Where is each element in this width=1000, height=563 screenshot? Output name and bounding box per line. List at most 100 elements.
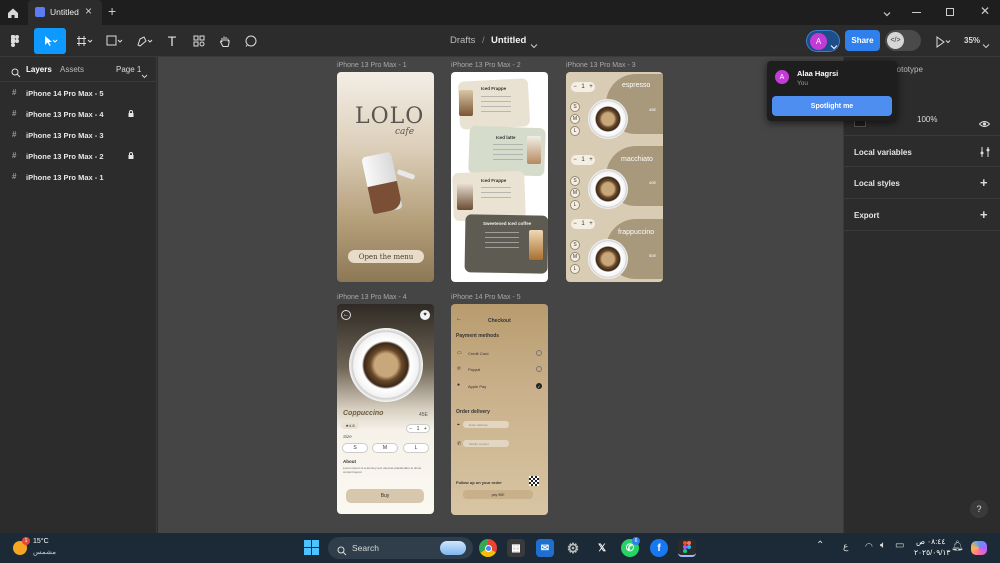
frame-label[interactable]: iPhone 13 Pro Max - 4 <box>337 294 407 301</box>
back-arrow-icon[interactable]: ← <box>456 316 462 322</box>
breadcrumb-drafts[interactable]: Drafts <box>450 35 475 46</box>
size-m-button[interactable]: M <box>570 114 580 124</box>
resources-icon[interactable] <box>190 28 208 54</box>
size-s-button[interactable]: S <box>570 102 580 112</box>
maximize-icon[interactable] <box>946 8 954 16</box>
frame-label[interactable]: iPhone 13 Pro Max - 3 <box>566 62 636 69</box>
frame-checkout[interactable]: ← Checkout Payment methods ▭ Credit Card… <box>451 304 548 515</box>
share-button[interactable]: Share <box>845 30 880 51</box>
tab-assets[interactable]: Assets <box>60 65 84 74</box>
quantity-stepper[interactable]: −1 + <box>571 155 595 165</box>
battery-icon[interactable]: ▭ <box>895 540 904 551</box>
main-menu-icon[interactable] <box>6 28 26 54</box>
size-m-button[interactable]: M <box>570 188 580 198</box>
pay-button[interactable]: pay 95E <box>463 490 533 499</box>
settings-sliders-icon[interactable] <box>980 147 990 157</box>
heart-icon[interactable]: ♥ <box>420 310 430 320</box>
size-l-button[interactable]: L <box>570 200 580 210</box>
frame-label[interactable]: iPhone 13 Pro Max - 2 <box>451 62 521 69</box>
chevron-down-icon[interactable] <box>882 6 892 17</box>
page-selector[interactable]: Page 1 <box>116 65 141 74</box>
size-l-button[interactable]: L <box>570 264 580 274</box>
frame-product-detail[interactable]: ← ♥ Coppuccino 45E ★ 4.8 −1 + Size S M L … <box>337 304 434 514</box>
spotlight-me-button[interactable]: Spotlight me <box>772 96 892 116</box>
size-l-button[interactable]: L <box>570 126 580 136</box>
chevron-up-icon[interactable]: ⌃ <box>816 540 824 551</box>
layer-item[interactable]: # iPhone 14 Pro Max - 5 <box>0 83 157 103</box>
windows-start-icon[interactable] <box>304 540 319 555</box>
quantity-stepper[interactable]: −1 + <box>571 82 595 92</box>
address-field[interactable]: Enter address <box>463 421 509 428</box>
bell-icon[interactable]: 🔔︎ <box>951 541 964 552</box>
language-indicator[interactable]: ع <box>843 541 848 552</box>
search-icon[interactable] <box>11 65 21 78</box>
open-menu-button[interactable]: Open the menu <box>348 250 424 263</box>
move-tool-button[interactable] <box>34 28 66 54</box>
radio-credit-card[interactable] <box>536 350 542 356</box>
settings-gear-icon[interactable]: ⚙ <box>564 539 582 557</box>
plus-icon[interactable]: + <box>980 175 988 190</box>
pen-tool-icon[interactable] <box>132 28 158 54</box>
size-m-button[interactable]: M <box>570 252 580 262</box>
text-tool-icon[interactable]: T <box>163 28 181 54</box>
chrome-icon[interactable] <box>479 539 497 557</box>
clock-time[interactable]: ٠٨:٤٤ ص <box>916 537 945 546</box>
taskbar-search[interactable]: Search <box>328 537 473 559</box>
home-icon[interactable] <box>7 6 19 18</box>
frame-label[interactable]: iPhone 13 Pro Max - 1 <box>337 62 407 69</box>
size-m-button[interactable]: M <box>372 443 398 453</box>
lock-icon[interactable] <box>128 152 134 159</box>
tab-untitled[interactable]: Untitled × <box>28 0 102 25</box>
canvas[interactable]: iPhone 13 Pro Max - 1 iPhone 13 Pro Max … <box>158 57 843 533</box>
size-s-button[interactable]: S <box>570 240 580 250</box>
frame-hot-menu[interactable]: espresso macchiato frappuccino 45E 40E 5… <box>566 72 663 282</box>
new-tab-icon[interactable]: + <box>108 3 116 19</box>
size-s-button[interactable]: S <box>342 443 368 453</box>
store-icon[interactable]: ▦ <box>507 539 525 557</box>
hand-tool-icon[interactable] <box>216 28 234 54</box>
help-button[interactable]: ? <box>970 500 988 518</box>
plus-icon[interactable]: + <box>980 207 988 222</box>
frame-splash[interactable]: LOLO cafe Open the menu <box>337 72 434 282</box>
avatar-button[interactable]: A <box>806 30 840 52</box>
mail-icon[interactable]: ✉ <box>536 539 554 557</box>
figma-app-icon[interactable] <box>678 539 696 557</box>
layer-item[interactable]: # iPhone 13 Pro Max - 1 <box>0 167 157 187</box>
radio-apple-pay-checked[interactable]: ✓ <box>536 383 542 389</box>
weather-temp[interactable]: 15°C <box>33 538 49 545</box>
tab-layers[interactable]: Layers <box>26 65 52 74</box>
zoom-chevron-icon[interactable] <box>982 37 990 49</box>
facebook-icon[interactable]: f <box>650 539 668 557</box>
x-twitter-icon[interactable]: 𝕏 <box>593 539 611 557</box>
radio-paypal[interactable] <box>536 366 542 372</box>
dev-mode-toggle[interactable]: </> <box>885 30 921 51</box>
layer-item[interactable]: # iPhone 13 Pro Max - 4 <box>0 104 157 124</box>
layer-item[interactable]: # iPhone 13 Pro Max - 3 <box>0 125 157 145</box>
file-menu-chevron-icon[interactable] <box>530 37 538 49</box>
eye-icon[interactable] <box>978 115 991 127</box>
volume-icon[interactable]: 🔈︎ <box>880 540 886 551</box>
quantity-stepper[interactable]: −1 + <box>571 219 595 229</box>
present-play-icon[interactable] <box>935 35 951 48</box>
minimize-icon[interactable] <box>912 12 921 13</box>
layer-item[interactable]: # iPhone 13 Pro Max - 2 <box>0 146 157 166</box>
lock-icon[interactable] <box>128 110 134 117</box>
comment-tool-icon[interactable] <box>242 28 260 54</box>
clock-date[interactable]: ٢٠٢٥/٠٩/١٣ <box>914 548 950 557</box>
buy-button[interactable]: Buy <box>346 489 424 503</box>
window-close-icon[interactable]: ✕ <box>980 5 990 17</box>
copilot-icon[interactable] <box>971 541 987 555</box>
frame-iced-menu[interactable]: Iced Frappe Iced latte Iced Frappe Sweet… <box>451 72 548 282</box>
shape-tool-icon[interactable] <box>102 28 128 54</box>
file-name[interactable]: Untitled <box>491 35 526 46</box>
quantity-stepper[interactable]: −1 + <box>406 424 430 433</box>
frame-label[interactable]: iPhone 14 Pro Max - 5 <box>451 294 521 301</box>
wifi-icon[interactable]: ◠ <box>865 541 873 552</box>
frame-tool-icon[interactable] <box>72 28 98 54</box>
local-variables-row[interactable]: Local variables <box>844 135 1000 167</box>
back-arrow-icon[interactable]: ← <box>341 310 351 320</box>
opacity-value[interactable]: 100% <box>917 115 937 124</box>
zoom-level[interactable]: 35% <box>964 36 980 45</box>
tab-prototype[interactable]: rototype <box>894 65 923 74</box>
local-styles-row[interactable]: Local styles + <box>844 167 1000 199</box>
